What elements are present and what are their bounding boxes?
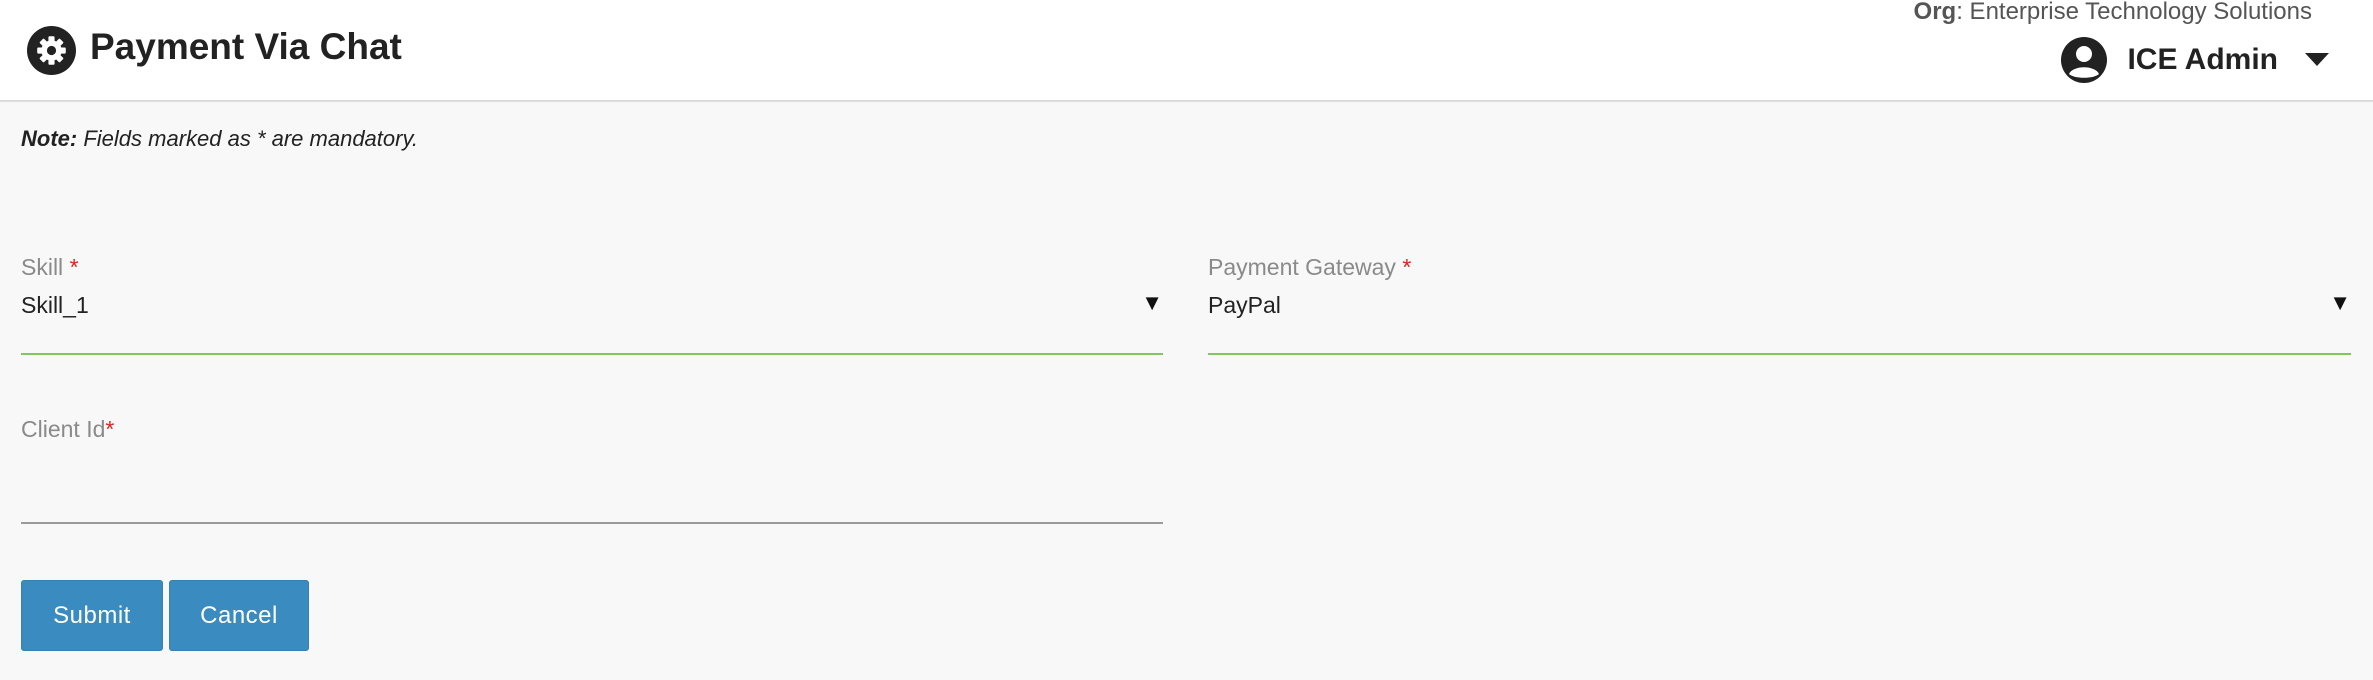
required-marker: * [105, 416, 115, 442]
skill-underline [21, 353, 1163, 355]
app-header: Payment Via Chat Org: Enterprise Technol… [0, 0, 2373, 102]
client-id-input[interactable] [21, 456, 1163, 496]
client-id-label-text: Client Id [21, 416, 106, 442]
client-id-underline [21, 522, 1163, 524]
gear-icon [27, 26, 76, 75]
payment-gateway-label: Payment Gateway * [1208, 254, 1411, 281]
page-title: Payment Via Chat [90, 26, 402, 67]
payment-gateway-underline [1208, 353, 2351, 355]
note-prefix: Note: [21, 126, 78, 151]
dropdown-arrow-icon: ▼ [2329, 290, 2351, 315]
payment-gateway-value: PayPal [1208, 292, 1281, 318]
client-id-label: Client Id* [21, 416, 114, 443]
client-id-field: Client Id* [21, 416, 1163, 524]
user-menu[interactable]: ICE Admin [2061, 36, 2329, 84]
org-name: : Enterprise Technology Solutions [1956, 0, 2312, 25]
org-indicator: Org: Enterprise Technology Solutions [1914, 0, 2312, 24]
skill-label-text: Skill [21, 254, 70, 280]
payment-gateway-select[interactable]: Payment Gateway * PayPal ▼ [1208, 254, 2351, 355]
payment-gateway-label-text: Payment Gateway [1208, 254, 1403, 280]
user-name: ICE Admin [2127, 43, 2278, 76]
note-text: Fields marked as * are mandatory. [77, 126, 418, 151]
skill-value: Skill_1 [21, 292, 89, 318]
cancel-button[interactable]: Cancel [169, 580, 309, 651]
skill-select[interactable]: Skill * Skill_1 ▼ [21, 254, 1163, 355]
mandatory-note: Note: Fields marked as * are mandatory. [21, 126, 418, 152]
caret-down-icon[interactable] [2305, 53, 2329, 67]
submit-button[interactable]: Submit [21, 580, 163, 651]
account-circle-icon [2061, 37, 2108, 83]
org-label: Org [1913, 0, 1957, 25]
required-marker: * [1402, 254, 1412, 280]
required-marker: * [69, 254, 79, 280]
dropdown-arrow-icon: ▼ [1141, 290, 1163, 315]
skill-label: Skill * [21, 254, 79, 281]
